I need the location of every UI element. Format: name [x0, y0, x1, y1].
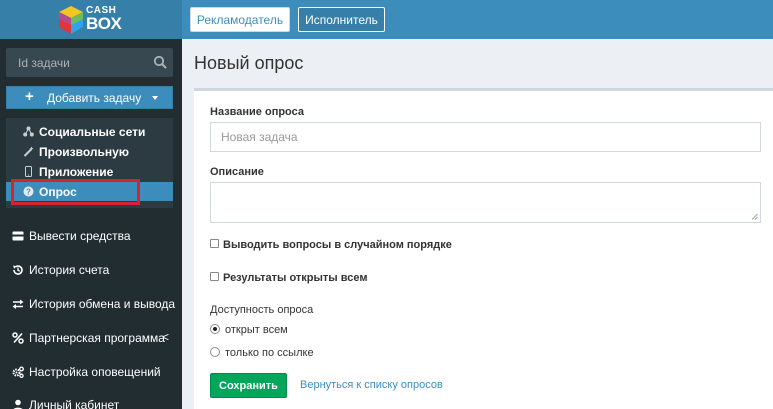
nav-item-exchange-history[interactable]: История обмена и вывода: [0, 290, 182, 318]
nav-item-label: История обмена и вывода: [29, 297, 176, 311]
save-button[interactable]: Сохранить: [210, 373, 287, 398]
radio-open-to-all-label: открыт всем: [225, 324, 288, 336]
results-open-checkbox[interactable]: [210, 272, 219, 281]
results-open-label: Результаты открыты всем: [223, 272, 368, 284]
radio-link-only[interactable]: [210, 347, 220, 357]
content-header: Новый опрос: [182, 39, 773, 87]
cogs-icon: [12, 366, 24, 378]
back-to-polls-link[interactable]: Вернуться к списку опросов: [300, 379, 443, 391]
nav-item-label: Партнерская программа: [29, 331, 165, 345]
mobile-icon: [25, 166, 32, 177]
logo-text: CASH BOX: [86, 6, 122, 33]
logo-line2: BOX: [86, 14, 122, 33]
cube-logo-icon: [59, 6, 83, 34]
magic-icon: [23, 146, 34, 157]
nav-item-label: Вывести средства: [29, 229, 131, 243]
nav-item-label: Настройка оповещений: [29, 365, 161, 379]
poll-name-label: Название опроса: [210, 106, 305, 118]
history-icon: [13, 265, 23, 275]
caret-down-icon: [152, 96, 158, 100]
submenu-item-custom[interactable]: Произвольную: [6, 142, 173, 161]
radio-link-only-label: только по ссылке: [225, 347, 314, 359]
logo[interactable]: CASH BOX: [0, 0, 182, 39]
highlight-box: [11, 179, 140, 205]
submenu-item-social[interactable]: Социальные сети: [6, 122, 173, 141]
exchange-icon: [12, 299, 24, 309]
plus-icon: +: [25, 88, 34, 105]
resize-handle-icon[interactable]: [751, 213, 758, 220]
nav-item-withdraw[interactable]: Вывести средства: [0, 222, 182, 250]
add-task-label: Добавить задачу: [47, 91, 142, 105]
add-task-button[interactable]: + Добавить задачу: [6, 86, 173, 109]
advertiser-button[interactable]: Рекламодатель: [190, 7, 290, 32]
description-textarea[interactable]: [210, 182, 761, 223]
search-box: [6, 48, 173, 77]
task-id-search-input[interactable]: [6, 48, 146, 77]
page-title: Новый опрос: [194, 53, 304, 73]
sidebar: CASH BOX + Добавить задачу Социальные се…: [0, 0, 182, 409]
share-icon: [23, 126, 34, 137]
executor-button[interactable]: Исполнитель: [298, 7, 385, 32]
top-navbar: Рекламодатель Исполнитель: [182, 0, 773, 39]
poll-name-field: [210, 122, 761, 152]
nav-item-label: История счета: [29, 263, 110, 277]
random-order-label: Выводить вопросы в случайном порядке: [223, 239, 452, 251]
submenu-item-label: Произвольную: [39, 145, 130, 159]
radio-open-to-all[interactable]: [210, 324, 220, 334]
user-icon: [13, 399, 23, 409]
percent-icon: [12, 332, 24, 344]
poll-name-input[interactable]: [211, 123, 760, 151]
submenu-item-label: Социальные сети: [39, 125, 146, 139]
nav-item-notifications[interactable]: Настройка оповещений: [0, 358, 182, 386]
nav-item-profile[interactable]: Личный кабинет: [0, 391, 182, 409]
nav-item-partner-program[interactable]: Партнерская программа <: [0, 324, 182, 352]
new-poll-form: Название опроса Описание Выводить вопрос…: [194, 88, 773, 409]
card-icon: [12, 231, 24, 241]
submenu-item-label: Приложение: [39, 165, 114, 179]
chevron-left-icon: <: [162, 330, 170, 344]
nav-item-account-history[interactable]: История счета: [0, 256, 182, 284]
random-order-checkbox[interactable]: [210, 239, 219, 248]
description-label: Описание: [210, 166, 264, 178]
nav-item-label: Личный кабинет: [29, 398, 120, 409]
search-icon[interactable]: [153, 55, 167, 69]
availability-label: Доступность опроса: [210, 304, 314, 316]
